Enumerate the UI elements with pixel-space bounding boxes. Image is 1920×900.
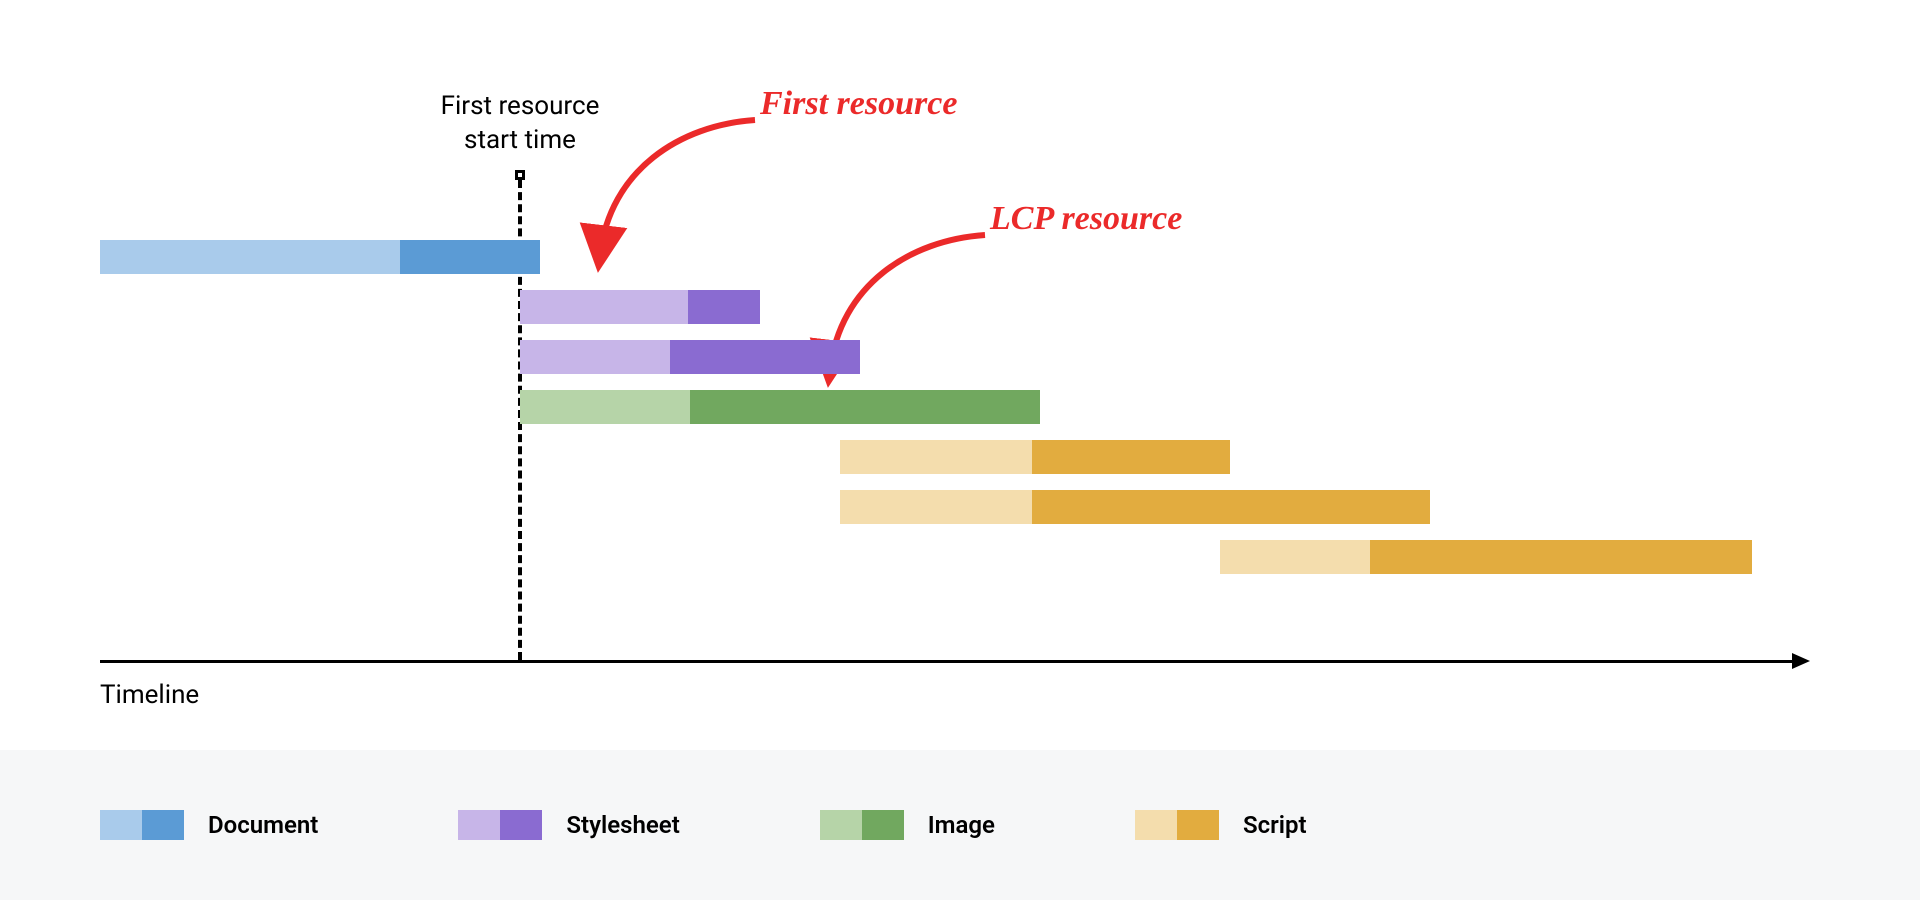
marker-handle-icon — [515, 170, 525, 180]
bar-download-segment — [1370, 540, 1752, 574]
bar-wait-segment — [840, 490, 1032, 524]
bar-wait-segment — [1220, 540, 1370, 574]
arrow-first-resource-icon — [570, 110, 790, 270]
bar-wait-segment — [840, 440, 1032, 474]
legend-swatch-icon — [100, 810, 184, 840]
legend-item: Image — [820, 810, 995, 840]
waterfall-bar — [840, 440, 1230, 474]
legend-label: Document — [208, 811, 318, 839]
legend-item: Script — [1135, 810, 1307, 840]
waterfall-bar — [840, 490, 1430, 524]
legend-label: Script — [1243, 811, 1307, 839]
bar-wait-segment — [520, 390, 690, 424]
legend-swatch-icon — [458, 810, 542, 840]
waterfall-bar — [1220, 540, 1752, 574]
bar-download-segment — [1032, 440, 1230, 474]
timeline-axis-label: Timeline — [100, 680, 199, 710]
diagram-canvas: First resource start time First resource… — [0, 0, 1920, 900]
bar-download-segment — [688, 290, 760, 324]
legend: Document Stylesheet Image Script — [0, 750, 1920, 900]
legend-swatch-icon — [1135, 810, 1219, 840]
bar-wait-segment — [520, 340, 670, 374]
legend-label: Stylesheet — [566, 811, 679, 839]
marker-label-line2: start time — [464, 125, 576, 155]
timeline-axis-arrow-icon — [1792, 653, 1810, 669]
waterfall-bar — [520, 390, 1040, 424]
legend-label: Image — [928, 811, 995, 839]
waterfall-bar — [520, 340, 860, 374]
waterfall-bar — [520, 290, 760, 324]
bar-wait-segment — [520, 290, 688, 324]
timeline-axis — [100, 660, 1794, 663]
legend-item: Stylesheet — [458, 810, 679, 840]
bar-download-segment — [1032, 490, 1430, 524]
waterfall-bar — [100, 240, 540, 274]
legend-swatch-icon — [820, 810, 904, 840]
bar-download-segment — [690, 390, 1040, 424]
bar-download-segment — [670, 340, 860, 374]
legend-item: Document — [100, 810, 318, 840]
bar-download-segment — [400, 240, 540, 274]
bar-wait-segment — [100, 240, 400, 274]
